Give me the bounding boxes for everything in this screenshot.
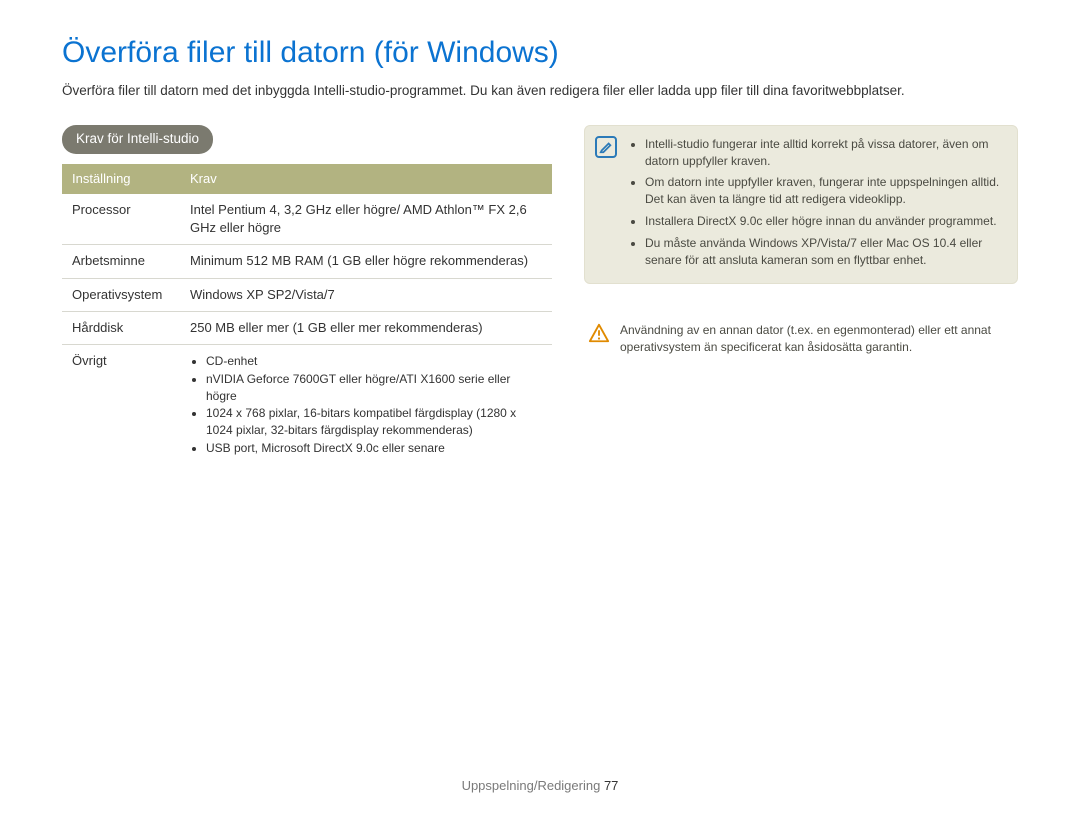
row-value-hdd: 250 MB eller mer (1 GB eller mer rekomme… — [180, 311, 552, 344]
table-header-req: Krav — [180, 164, 552, 194]
row-label-processor: Processor — [62, 194, 180, 245]
note-icon — [595, 136, 617, 158]
row-value-ram: Minimum 512 MB RAM (1 GB eller högre rek… — [180, 245, 552, 278]
note-box: Intelli-studio fungerar inte alltid korr… — [584, 125, 1018, 285]
list-item: nVIDIA Geforce 7600GT eller högre/ATI X1… — [206, 371, 542, 405]
page-title: Överföra filer till datorn (för Windows) — [62, 32, 1018, 74]
page-number: 77 — [604, 778, 618, 793]
row-value-processor: Intel Pentium 4, 3,2 GHz eller högre/ AM… — [180, 194, 552, 245]
section-heading: Krav för Intelli-studio — [62, 125, 213, 154]
row-label-os: Operativsystem — [62, 278, 180, 311]
row-value-other: CD-enhet nVIDIA Geforce 7600GT eller hög… — [180, 344, 552, 464]
warning-icon — [588, 322, 610, 344]
warning-text: Användning av en annan dator (t.ex. en e… — [620, 322, 1014, 356]
table-row: Hårddisk 250 MB eller mer (1 GB eller me… — [62, 311, 552, 344]
table-header-setting: Inställning — [62, 164, 180, 194]
table-row: Övrigt CD-enhet nVIDIA Geforce 7600GT el… — [62, 344, 552, 464]
list-item: 1024 x 768 pixlar, 16-bitars kompatibel … — [206, 405, 542, 439]
table-row: Arbetsminne Minimum 512 MB RAM (1 GB ell… — [62, 245, 552, 278]
right-column: Intelli-studio fungerar inte alltid korr… — [584, 125, 1018, 358]
list-item: Installera DirectX 9.0c eller högre inna… — [645, 213, 1005, 230]
row-label-hdd: Hårddisk — [62, 311, 180, 344]
left-column: Krav för Intelli-studio Inställning Krav… — [62, 125, 552, 465]
row-label-ram: Arbetsminne — [62, 245, 180, 278]
list-item: Intelli-studio fungerar inte alltid korr… — [645, 136, 1005, 170]
list-item: USB port, Microsoft DirectX 9.0c eller s… — [206, 440, 542, 457]
intro-text: Överföra filer till datorn med det inbyg… — [62, 82, 1018, 101]
warning-box: Användning av en annan dator (t.ex. en e… — [584, 320, 1018, 358]
row-label-other: Övrigt — [62, 344, 180, 464]
page-footer: Uppspelning/Redigering 77 — [0, 777, 1080, 795]
list-item: CD-enhet — [206, 353, 542, 370]
row-value-os: Windows XP SP2/Vista/7 — [180, 278, 552, 311]
table-row: Processor Intel Pentium 4, 3,2 GHz eller… — [62, 194, 552, 245]
footer-section: Uppspelning/Redigering — [462, 778, 601, 793]
table-row: Operativsystem Windows XP SP2/Vista/7 — [62, 278, 552, 311]
requirements-table: Inställning Krav Processor Intel Pentium… — [62, 164, 552, 465]
list-item: Du måste använda Windows XP/Vista/7 elle… — [645, 235, 1005, 269]
content-columns: Krav för Intelli-studio Inställning Krav… — [62, 125, 1018, 465]
list-item: Om datorn inte uppfyller kraven, fungera… — [645, 174, 1005, 208]
